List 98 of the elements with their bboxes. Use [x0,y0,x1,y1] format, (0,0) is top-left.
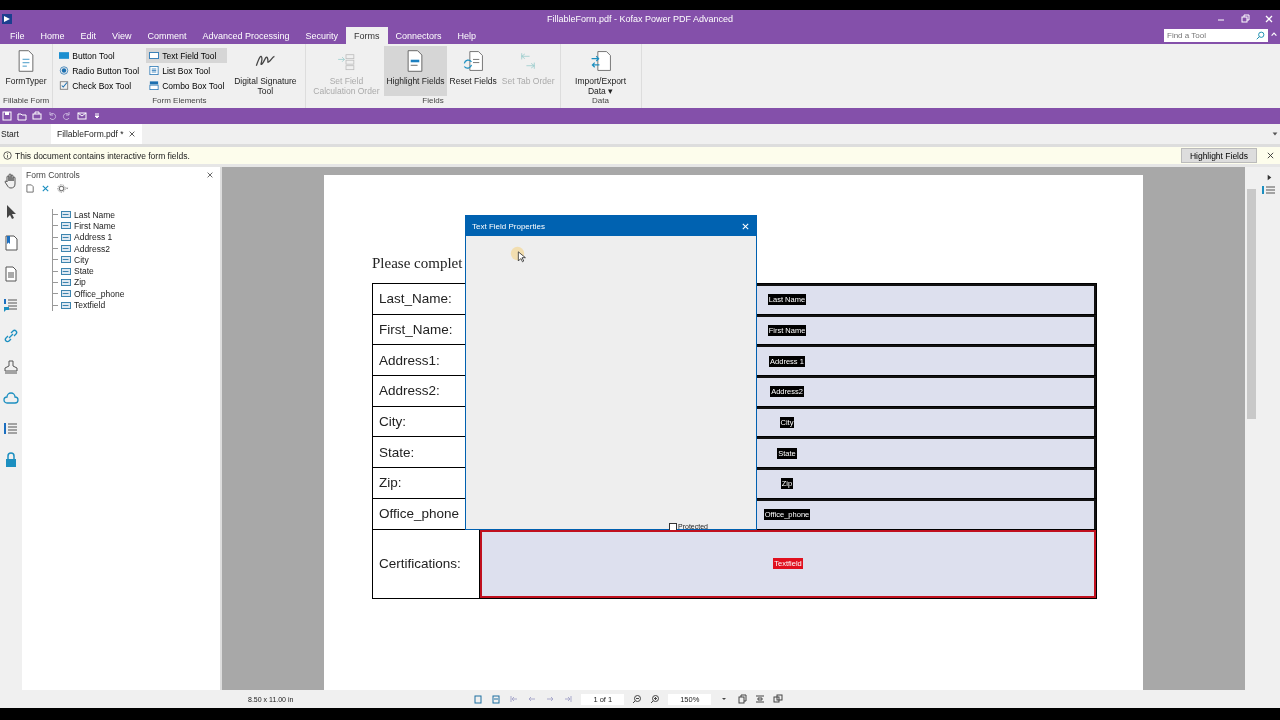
ribbon-tool-button[interactable]: Combo Box Tool [146,78,228,93]
tree-item[interactable]: Zip [53,276,220,289]
close-icon[interactable] [206,171,214,179]
two-page-icon[interactable] [773,694,784,704]
menu-tab[interactable]: Home [32,27,73,44]
button-icon [59,51,70,60]
app-logo-icon [2,13,12,24]
zoom-in-icon[interactable] [650,694,661,704]
ribbon-large-button[interactable]: Digital Signature Tool [228,46,303,96]
restore-icon[interactable] [1240,13,1250,24]
ribbon-large-button[interactable]: FormTyper [3,46,49,96]
comment-list-icon[interactable] [3,297,19,313]
reset-icon [462,49,485,73]
ribbon-group-title: Fillable Form [3,96,50,107]
tab-label: Start [1,129,19,139]
window-title: FillableForm.pdf - Kofax Power PDF Advanced [546,13,734,24]
highlight-fields-button[interactable]: Highlight Fields [1180,148,1257,163]
menu-tab[interactable]: Advanced Processing [194,27,298,44]
menu-tab[interactable]: View [104,27,140,44]
single-page-icon[interactable] [737,694,748,704]
fit-width-icon[interactable] [491,694,502,704]
text-field-icon [61,233,71,241]
dropdown-icon[interactable] [1271,130,1279,138]
text-field-icon [61,245,71,253]
search-icon [1256,31,1265,40]
tree-item[interactable]: Office_phone [53,288,220,300]
tab-label: FillableForm.pdf * [57,129,124,139]
close-icon[interactable] [127,130,136,138]
tree-item[interactable]: Address 1 [53,231,220,243]
ribbon-large-button[interactable]: Highlight Fields [384,46,447,96]
search-field[interactable]: Find a Tool [1164,29,1268,42]
menu-tab[interactable]: File [2,27,33,44]
text-field-icon [61,256,71,264]
zoom-out-icon[interactable] [632,694,643,704]
continuous-icon[interactable] [755,694,766,704]
stamp-icon[interactable] [3,359,19,375]
ribbon-large-button[interactable]: Reset Fields [447,46,499,96]
collapse-ribbon-icon[interactable] [1270,30,1278,38]
checkbox[interactable] [669,523,678,530]
hand-icon[interactable] [3,173,19,189]
combo-box-icon [149,81,160,90]
tree-item[interactable]: Address2 [53,242,220,255]
text-field-icon [149,51,160,60]
document-tab[interactable]: Start [0,124,41,144]
menu-tab[interactable]: Forms [346,27,388,44]
menu-tab[interactable]: Comment [139,27,195,44]
dialog-title: Text Field Properties [472,221,545,231]
ribbon-tool-button[interactable]: Text Field Tool [146,48,228,63]
text-field-icon [61,222,71,230]
list-box-icon [149,66,160,75]
tree-item[interactable]: City [53,254,220,266]
document-tab[interactable]: FillableForm.pdf * [51,124,142,144]
folder-icon[interactable] [17,111,27,121]
ribbon-group-title: Data [592,96,609,107]
fit-page-icon[interactable] [473,694,484,704]
radio-icon [59,66,70,75]
checkbox-icon [59,81,70,90]
ribbon-large-button[interactable]: Import/Export Data ▾ [563,46,638,96]
menu-tab[interactable]: Edit [72,27,105,44]
ribbon-group-title: Fields [422,96,444,107]
close-icon[interactable] [1266,151,1275,160]
ribbon-tool-button[interactable]: List Box Tool [146,63,228,78]
text-field-icon [61,211,71,219]
new-field-icon[interactable] [26,184,35,193]
form-heading: Please complet [372,255,463,273]
info-message: This document contains interactive form fields. [15,150,190,161]
tree-item[interactable]: State [53,265,220,277]
ribbon-tool-button[interactable]: Radio Button Tool [56,63,143,78]
import-export-icon [589,49,612,73]
ribbon-group-title: Form Elements [152,96,207,107]
form-list-icon[interactable] [3,421,19,437]
tree-item[interactable]: Textfield [53,299,220,311]
tree-item[interactable]: Last Name [53,209,220,221]
ribbon-tool-button[interactable]: Check Box Tool [56,78,143,93]
lock-icon[interactable] [3,452,19,468]
delete-icon[interactable] [41,184,50,193]
text-field-icon [61,267,71,275]
menu-tab[interactable]: Security [297,27,346,44]
menu-tab[interactable]: Connectors [387,27,450,44]
text-field-icon [61,278,71,286]
tree-item[interactable]: First Name [53,220,220,232]
bookmark-icon[interactable] [3,235,19,251]
text-field-icon [61,301,71,309]
save-icon[interactable] [2,111,12,121]
page-icon[interactable] [3,266,19,282]
panel-title: Form Controls [26,170,80,180]
settings-icon[interactable] [56,184,70,193]
ribbon-tool-button[interactable]: Button Tool [56,48,143,63]
cloud-icon[interactable] [3,390,19,406]
scanner-icon[interactable] [32,111,42,121]
text-field-icon [61,290,71,298]
menu-tab[interactable]: Help [449,27,485,44]
mail-icon[interactable] [77,111,87,121]
info-icon [3,151,12,160]
link-icon[interactable] [3,328,19,344]
customize-icon[interactable] [92,111,102,121]
redo-icon[interactable] [62,111,72,121]
undo-icon[interactable] [47,111,57,121]
